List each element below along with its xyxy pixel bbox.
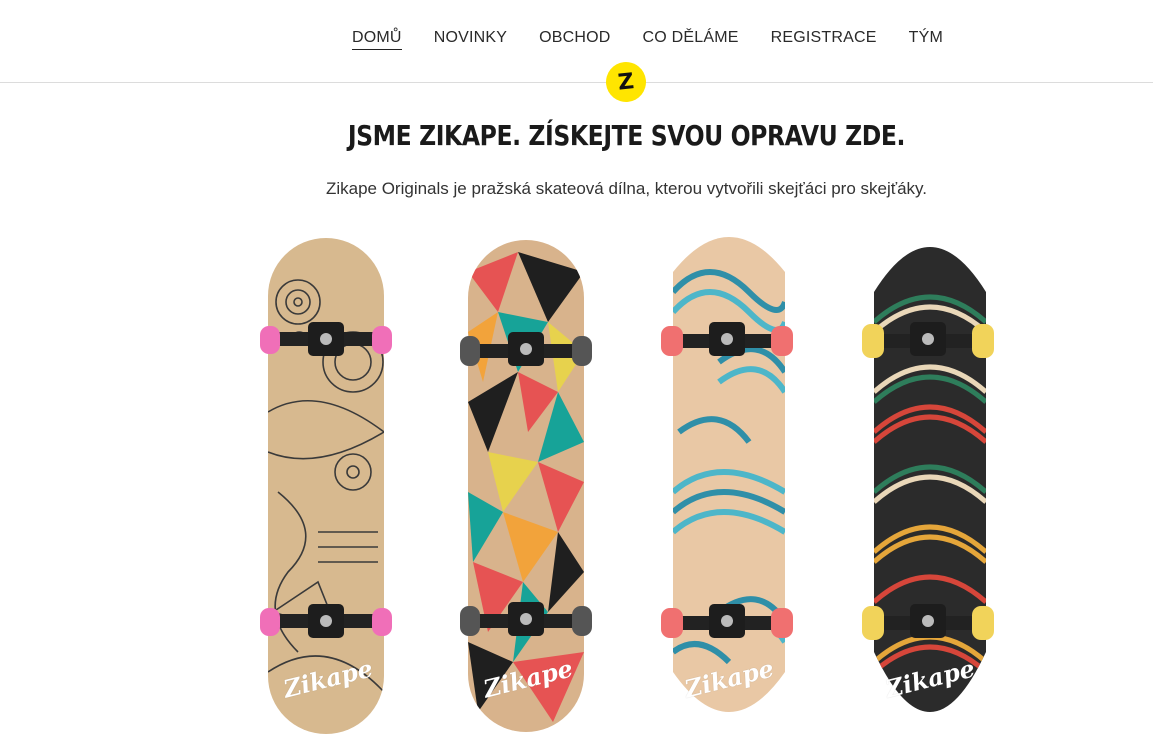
skateboard-triangles[interactable]: Zikape (458, 232, 598, 738)
nav-item-registrace[interactable]: REGISTRACE (771, 28, 877, 50)
nav-item-tym[interactable]: TÝM (909, 28, 943, 50)
page-title: JSME ZIKAPE. ZÍSKEJTE SVOU OPRAVU ZDE. (347, 118, 906, 152)
nav-menu: DOMŮ NOVINKY OBCHOD CO DĚLÁME REGISTRACE… (352, 28, 975, 50)
skateboard-hills[interactable]: Zikape (860, 232, 1000, 738)
nav-item-co-delame[interactable]: CO DĚLÁME (643, 28, 739, 50)
skateboard-doodle[interactable]: Zikape (258, 232, 398, 738)
nav-item-obchod[interactable]: OBCHOD (539, 28, 610, 50)
top-navigation: DOMŮ NOVINKY OBCHOD CO DĚLÁME REGISTRACE… (0, 0, 1153, 83)
page-subtitle: Zikape Originals je pražská skateová díl… (325, 179, 928, 198)
logo-letter: Z (616, 68, 636, 96)
nav-item-novinky[interactable]: NOVINKY (434, 28, 507, 50)
skateboard-waves[interactable]: Zikape (659, 232, 799, 738)
nav-item-domu[interactable]: DOMŮ (352, 28, 402, 50)
